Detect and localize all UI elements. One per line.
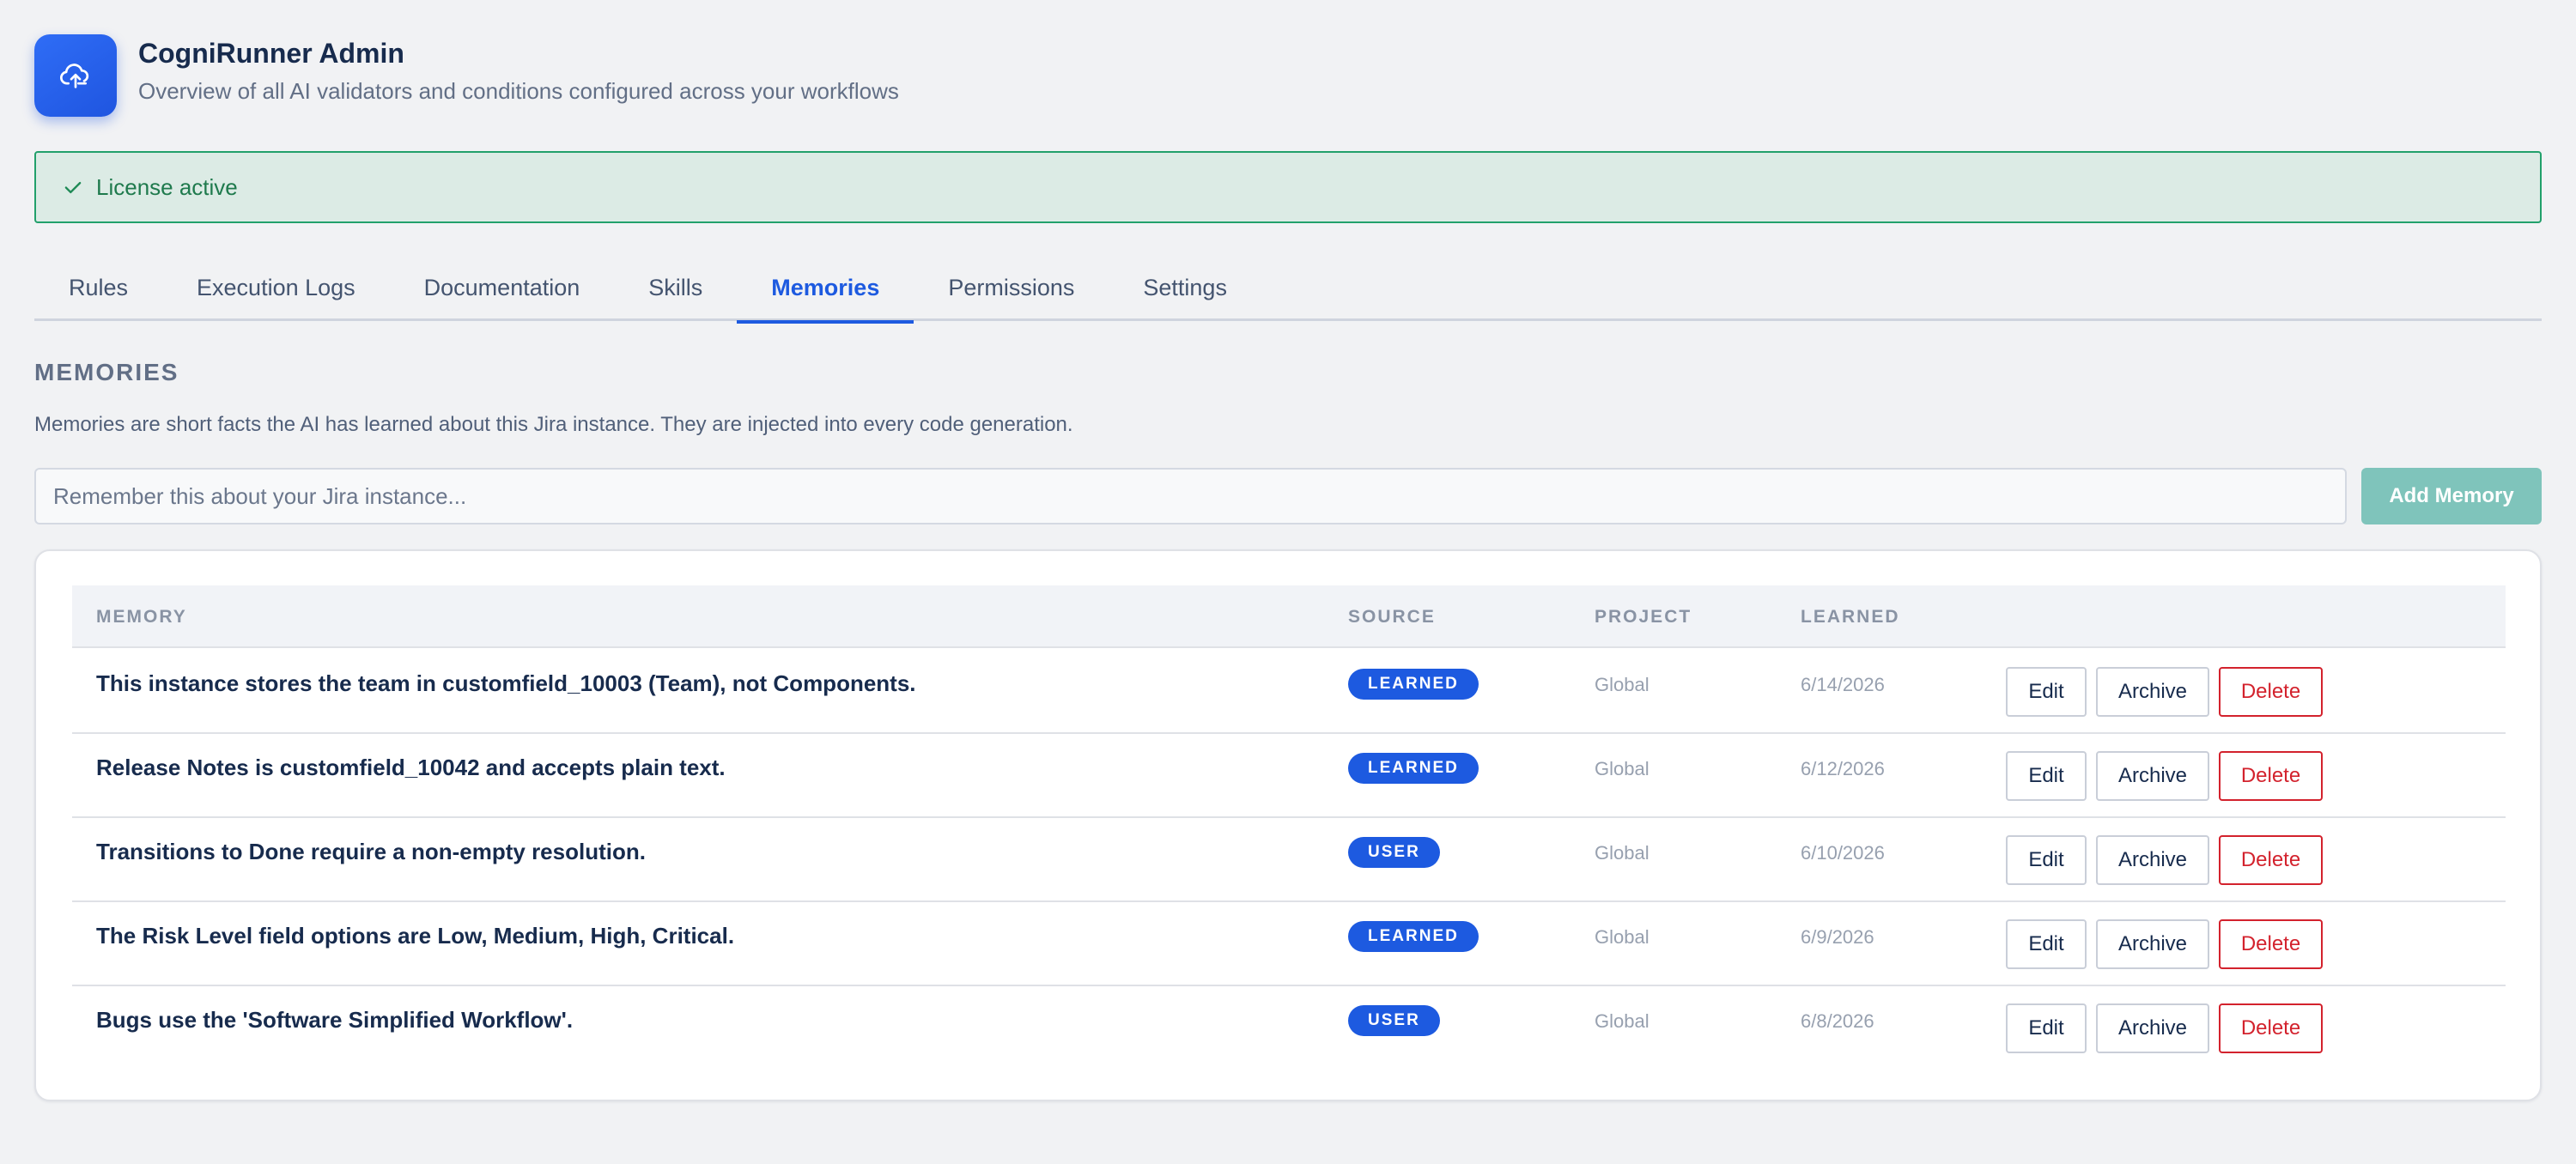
check-icon (64, 181, 82, 194)
app-header: CogniRunner Admin Overview of all AI val… (34, 34, 899, 117)
source-badge: LEARNED (1348, 753, 1479, 784)
memory-text: The Risk Level field options are Low, Me… (96, 923, 735, 949)
edit-button[interactable]: Edit (2006, 919, 2087, 969)
edit-button[interactable]: Edit (2006, 835, 2087, 885)
table-row: Release Notes is customfield_10042 and a… (72, 734, 2506, 818)
license-banner: License active (34, 151, 2542, 223)
table-header: MEMORY SOURCE PROJECT LEARNED (72, 585, 2506, 648)
memory-input[interactable] (34, 468, 2347, 524)
memory-text: Transitions to Done require a non-empty … (96, 839, 646, 864)
section-title: MEMORIES (34, 359, 179, 385)
source-badge: USER (1348, 837, 1440, 868)
memory-text: Bugs use the 'Software Simplified Workfl… (96, 1007, 574, 1033)
cloud-upload-icon (59, 64, 89, 88)
source-badge: LEARNED (1348, 921, 1479, 952)
edit-button[interactable]: Edit (2006, 1003, 2087, 1053)
memory-text: This instance stores the team in customf… (96, 670, 916, 696)
tab-documentation[interactable]: Documentation (390, 258, 615, 321)
tab-execution-logs[interactable]: Execution Logs (162, 258, 390, 321)
table-row: The Risk Level field options are Low, Me… (72, 902, 2506, 986)
add-memory-button[interactable]: Add Memory (2361, 468, 2542, 524)
learned-date: 6/10/2026 (1801, 842, 1885, 864)
archive-button[interactable]: Archive (2096, 1003, 2209, 1053)
archive-button[interactable]: Archive (2096, 667, 2209, 717)
delete-button[interactable]: Delete (2219, 919, 2323, 969)
admin-page: CogniRunner Admin Overview of all AI val… (0, 0, 2576, 1164)
archive-button[interactable]: Archive (2096, 919, 2209, 969)
table-row: Bugs use the 'Software Simplified Workfl… (72, 986, 2506, 1070)
tab-rules[interactable]: Rules (34, 258, 162, 321)
app-title: CogniRunner Admin (138, 38, 404, 69)
project-cell: Global (1595, 926, 1649, 948)
tab-memories[interactable]: Memories (737, 258, 914, 324)
source-badge: USER (1348, 1005, 1440, 1036)
tab-settings[interactable]: Settings (1109, 258, 1261, 321)
column-header-source: SOURCE (1348, 607, 1436, 627)
edit-button[interactable]: Edit (2006, 751, 2087, 801)
source-badge: LEARNED (1348, 669, 1479, 700)
tab-bar: Rules Execution Logs Documentation Skill… (34, 258, 2542, 324)
edit-button[interactable]: Edit (2006, 667, 2087, 717)
column-header-memory: MEMORY (96, 607, 187, 627)
learned-date: 6/12/2026 (1801, 758, 1885, 779)
memory-text: Release Notes is customfield_10042 and a… (96, 755, 726, 780)
learned-date: 6/8/2026 (1801, 1010, 1874, 1032)
table-row: Transitions to Done require a non-empty … (72, 818, 2506, 902)
delete-button[interactable]: Delete (2219, 667, 2323, 717)
app-subtitle: Overview of all AI validators and condit… (138, 78, 899, 104)
license-status-text: License active (96, 173, 238, 200)
delete-button[interactable]: Delete (2219, 1003, 2323, 1053)
tab-skills[interactable]: Skills (614, 258, 737, 321)
archive-button[interactable]: Archive (2096, 835, 2209, 885)
project-cell: Global (1595, 758, 1649, 779)
delete-button[interactable]: Delete (2219, 751, 2323, 801)
archive-button[interactable]: Archive (2096, 751, 2209, 801)
project-cell: Global (1595, 1010, 1649, 1032)
column-header-project: PROJECT (1595, 607, 1692, 627)
app-logo (34, 34, 117, 117)
column-header-learned: LEARNED (1801, 607, 1900, 627)
table-row: This instance stores the team in customf… (72, 650, 2506, 734)
learned-date: 6/9/2026 (1801, 926, 1874, 948)
memories-table-card: MEMORY SOURCE PROJECT LEARNED This insta… (34, 549, 2542, 1101)
learned-date: 6/14/2026 (1801, 674, 1885, 695)
delete-button[interactable]: Delete (2219, 835, 2323, 885)
tab-permissions[interactable]: Permissions (914, 258, 1109, 321)
project-cell: Global (1595, 842, 1649, 864)
section-description: Memories are short facts the AI has lear… (34, 413, 1073, 436)
project-cell: Global (1595, 674, 1649, 695)
